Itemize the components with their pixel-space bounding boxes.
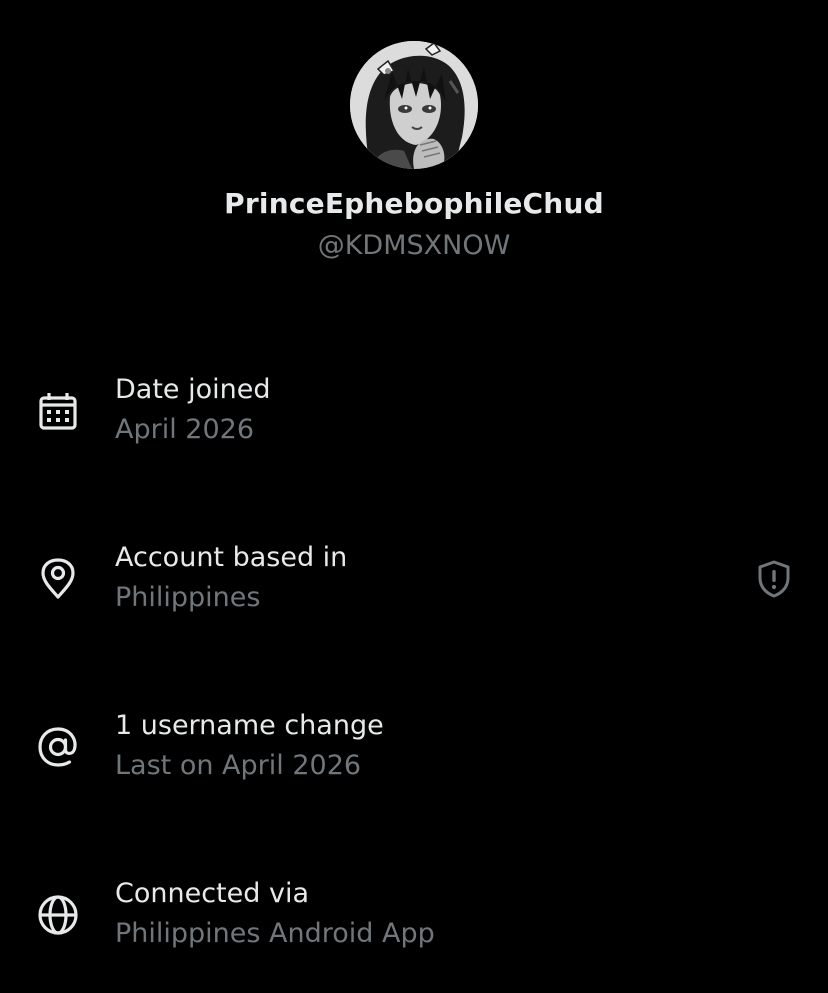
account-based-in-value: Philippines bbox=[115, 582, 261, 613]
calendar-icon bbox=[39, 393, 77, 430]
avatar[interactable] bbox=[350, 41, 478, 169]
detail-row-connected-via: Connected via Philippines Android App bbox=[0, 874, 828, 974]
about-account-page: PrinceEphebophileChud @KDMSXNOW Date joi… bbox=[0, 0, 828, 993]
account-based-in-label: Account based in bbox=[115, 542, 348, 573]
date-joined-value: April 2026 bbox=[115, 414, 255, 445]
connected-via-value: Philippines Android App bbox=[115, 918, 435, 949]
username-change-label: 1 username change bbox=[115, 710, 384, 741]
detail-row-username-change: 1 username change Last on April 2026 bbox=[0, 706, 828, 806]
username-handle: @KDMSXNOW bbox=[317, 230, 511, 261]
detail-row-account-based-in: Account based in Philippines bbox=[0, 538, 828, 638]
date-joined-label: Date joined bbox=[115, 374, 271, 405]
globe-icon bbox=[38, 895, 78, 935]
location-pin-icon bbox=[41, 558, 75, 599]
detail-row-date-joined: Date joined April 2026 bbox=[0, 370, 828, 470]
at-sign-icon bbox=[38, 727, 77, 767]
avatar-image bbox=[350, 41, 478, 169]
shield-alert-icon[interactable] bbox=[754, 559, 794, 599]
display-name: PrinceEphebophileChud bbox=[224, 187, 604, 220]
username-change-value: Last on April 2026 bbox=[115, 750, 362, 781]
connected-via-label: Connected via bbox=[115, 878, 309, 909]
